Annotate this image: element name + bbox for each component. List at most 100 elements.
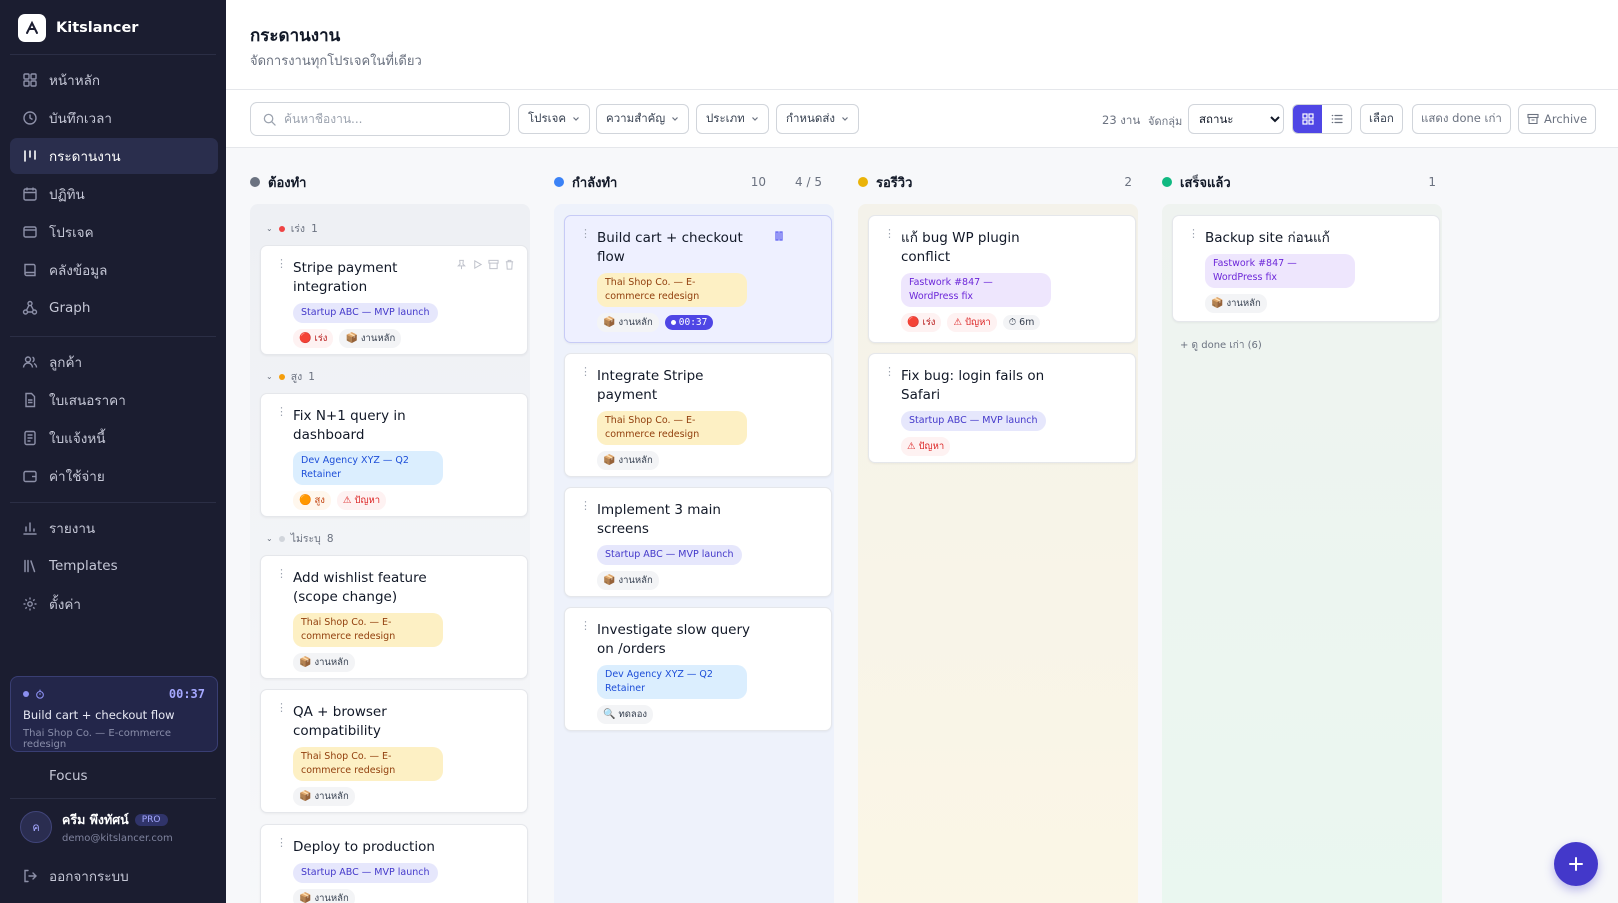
task-title: Add wishlist feature (scope change) — [293, 570, 427, 605]
sidebar-item-focus[interactable]: Focus — [10, 758, 218, 794]
project-badge: Startup ABC — MVP launch — [597, 545, 742, 565]
tag-label: งานหลัก — [618, 575, 653, 586]
sidebar-item-quotes[interactable]: ใบเสนอราคา — [10, 382, 218, 418]
sidebar-item-home[interactable]: หน้าหลัก — [10, 62, 218, 98]
main-content: กระดานงาน จัดการงานทุกโปรเจคในที่เดียว โ… — [226, 0, 1618, 903]
drag-handle-icon[interactable]: ⋮ — [276, 702, 288, 713]
timer-value: 00:37 — [678, 317, 708, 328]
page-title: กระดานงาน — [250, 26, 341, 46]
drag-handle-icon[interactable]: ⋮ — [580, 228, 592, 239]
task-card[interactable]: ⋮ Stripe payment integration Startup ABC… — [260, 245, 528, 355]
pin-icon[interactable] — [456, 259, 467, 270]
play-icon[interactable] — [472, 259, 483, 270]
package-icon: 📦 — [603, 575, 616, 586]
task-card-running[interactable]: ⋮ Build cart + checkout flow Thai Shop C… — [564, 215, 832, 343]
sidebar-item-board[interactable]: กระดานงาน — [10, 138, 218, 174]
archive-icon[interactable] — [488, 259, 499, 270]
page-subtitle: จัดการงานทุกโปรเจคในที่เดียว — [250, 54, 422, 69]
drag-handle-icon[interactable]: ⋮ — [276, 258, 288, 269]
sidebar-item-calendar[interactable]: ปฏิทิน — [10, 176, 218, 212]
task-card[interactable]: ⋮ แก้ bug WP plugin conflict Fastwork #8… — [868, 215, 1136, 343]
package-icon: 📦 — [345, 333, 358, 344]
sidebar-item-templates[interactable]: Templates — [10, 548, 218, 584]
group-high[interactable]: ⌄ สูง 1 — [266, 368, 315, 385]
type-tag: 📦 งานหลัก — [597, 451, 659, 470]
library-icon — [24, 559, 36, 573]
task-card[interactable]: ⋮ Fix bug: login fails on Safari Startup… — [868, 353, 1136, 463]
package-icon: 📦 — [299, 893, 312, 903]
sidebar-item-invoices[interactable]: ใบแจ้งหนี้ — [10, 420, 218, 456]
type-tag: 📦 งานหลัก — [597, 571, 659, 590]
drag-handle-icon[interactable]: ⋮ — [276, 837, 288, 848]
task-card[interactable]: ⋮ Implement 3 main screens Startup ABC —… — [564, 487, 832, 597]
column-header-done: เสร็จแล้ว — [1162, 172, 1231, 192]
task-card[interactable]: ⋮ Integrate Stripe payment Thai Shop Co.… — [564, 353, 832, 477]
project-badge: Startup ABC — MVP launch — [901, 411, 1046, 431]
status-dot — [278, 373, 285, 380]
drag-handle-icon[interactable]: ⋮ — [580, 620, 592, 631]
document-icon — [25, 392, 36, 408]
task-card[interactable]: ⋮ Investigate slow query on /orders Dev … — [564, 607, 832, 731]
sidebar-item-time-log[interactable]: บันทึกเวลา — [10, 100, 218, 136]
filter-due-button[interactable]: กำหนดส่ง — [776, 104, 859, 134]
type-tag: 📦 งานหลัก — [597, 313, 659, 332]
sidebar-item-reports[interactable]: รายงาน — [10, 510, 218, 546]
filter-label: โปรเจค — [528, 111, 567, 125]
drag-handle-icon[interactable]: ⋮ — [580, 366, 592, 377]
timer-badge[interactable]: 00:37 — [664, 315, 714, 330]
project-badge: Dev Agency XYZ — Q2 Retainer — [597, 665, 747, 699]
task-title: Backup site ก่อนแก้ — [1205, 230, 1330, 246]
drag-handle-icon[interactable]: ⋮ — [276, 406, 288, 417]
task-card[interactable]: ⋮ Add wishlist feature (scope change) Th… — [260, 555, 528, 679]
divider — [10, 502, 216, 503]
grid-icon — [23, 73, 37, 87]
drag-handle-icon[interactable]: ⋮ — [884, 228, 896, 239]
task-card[interactable]: ⋮ QA + browser compatibility Thai Shop C… — [260, 689, 528, 813]
pause-icon[interactable] — [773, 230, 785, 242]
brand[interactable]: Kitslancer — [18, 14, 138, 42]
sidebar-item-clients[interactable]: ลูกค้า — [10, 344, 218, 380]
task-card[interactable]: ⋮ Backup site ก่อนแก้ Fastwork #847 — Wo… — [1172, 215, 1440, 322]
running-timer-card[interactable]: 00:37 Build cart + checkout flow Thai Sh… — [10, 676, 218, 752]
select-button[interactable]: เลือก — [1360, 104, 1403, 134]
task-title: Implement 3 main screens — [597, 502, 721, 537]
package-icon: 📦 — [299, 791, 312, 802]
drag-handle-icon[interactable]: ⋮ — [884, 366, 896, 377]
user-profile[interactable]: ค ครีม พึงทัศน์ PRO demo@kitslancer.com — [20, 810, 173, 844]
logout-button[interactable]: ออกจากระบบ — [10, 858, 218, 894]
archive-button[interactable]: Archive — [1518, 104, 1597, 134]
sidebar-item-projects[interactable]: โปรเจค — [10, 214, 218, 250]
filter-priority-button[interactable]: ความสำคัญ — [596, 104, 690, 134]
project-badge: Dev Agency XYZ — Q2 Retainer — [293, 451, 443, 485]
task-card[interactable]: ⋮ Deploy to production Startup ABC — MVP… — [260, 824, 528, 903]
group-count: 1 — [308, 370, 315, 383]
show-old-done-link[interactable]: + ดู done เก่า (6) — [1180, 338, 1262, 353]
task-card[interactable]: ⋮ Fix N+1 query in dashboard Dev Agency … — [260, 393, 528, 517]
sidebar-item-graph[interactable]: Graph — [10, 290, 218, 326]
sidebar-item-settings[interactable]: ตั้งค่า — [10, 586, 218, 622]
drag-handle-icon[interactable]: ⋮ — [276, 568, 288, 579]
show-done-button[interactable]: แสดง done เก่า — [1412, 104, 1511, 134]
filter-project-button[interactable]: โปรเจค — [518, 104, 591, 134]
status-dot — [23, 691, 29, 697]
drag-handle-icon[interactable]: ⋮ — [1188, 228, 1200, 239]
stopwatch-icon — [36, 689, 44, 699]
search-input[interactable] — [284, 112, 504, 126]
gear-icon — [23, 597, 37, 611]
group-unspecified[interactable]: ⌄ ไม่ระบุ 8 — [266, 530, 334, 547]
filter-type-button[interactable]: ประเภท — [696, 104, 769, 134]
task-title: Fix N+1 query in dashboard — [293, 408, 406, 443]
sidebar-item-expenses[interactable]: ค่าใช้จ่าย — [10, 458, 218, 494]
trash-icon[interactable] — [504, 259, 515, 270]
tag-label: งานหลัก — [360, 333, 396, 344]
drag-handle-icon[interactable]: ⋮ — [580, 500, 592, 511]
priority-tag: 🔴 เร่ง — [901, 313, 942, 332]
list-view-button[interactable] — [1322, 105, 1351, 133]
group-urgent[interactable]: ⌄ เร่ง 1 — [266, 220, 318, 237]
add-task-button[interactable] — [1554, 842, 1598, 886]
search-box[interactable] — [250, 102, 510, 136]
project-badge: Fastwork #847 — WordPress fix — [901, 273, 1051, 307]
sidebar-item-knowledge[interactable]: คลังข้อมูล — [10, 252, 218, 288]
board-view-button[interactable] — [1293, 105, 1322, 133]
group-by-select[interactable]: สถานะ — [1188, 104, 1284, 134]
